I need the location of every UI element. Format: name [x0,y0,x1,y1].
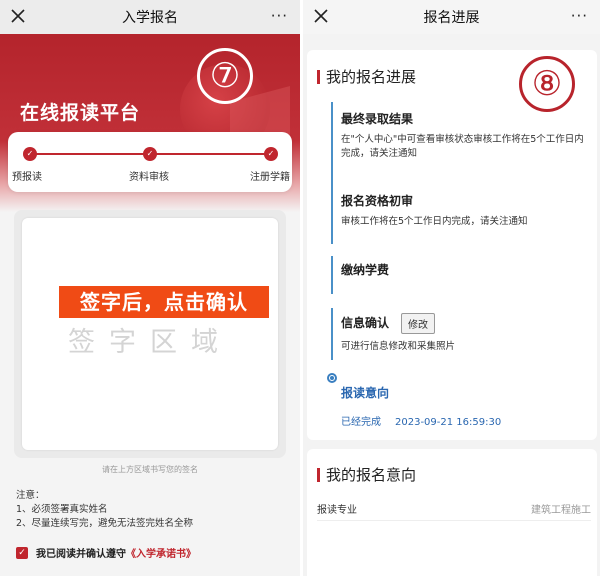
close-icon[interactable] [10,8,26,24]
timeline-item-pay-tuition: 缴纳学费 [341,261,591,278]
timeline-item-title: 报读意向 [341,386,390,400]
left-nav-bar: 入学报名 ··· [0,0,300,34]
timeline-current-dot [327,373,337,383]
right-nav-bar: 报名进展 ··· [303,0,600,34]
modify-button[interactable]: 修改 [401,313,436,334]
step-label-document-review: 资料审核 [129,172,169,183]
signature-container: 签字后，点击确认 签字区域 [14,210,286,458]
signature-area-placeholder: 签字区域 [68,327,232,358]
timeline-item-title: 缴纳学费 [341,263,390,277]
timeline-item-info-confirm: 信息确认 修改 可进行信息修改和采集照片 [341,313,591,354]
signature-pad[interactable]: 签字后，点击确认 签字区域 [22,218,278,450]
timeline-item-study-intent: 报读意向 已经完成 2023-09-21 16:59:30 [341,384,591,428]
timeline-item-title: 信息确认 [341,316,390,330]
timeline-item-title: 报名资格初审 [341,194,414,208]
completion-row: 已经完成 2023-09-21 16:59:30 [341,413,591,428]
check-icon: ✓ [143,147,157,161]
right-screen: 报名进展 ··· 我的报名进展 ⑧ 最终录取结果 在"个人中心"中可查看审核状态… [303,0,600,576]
step-marker-7: ⑦ [197,48,253,104]
step-progress-card: ✓ ✓ ✓ 预报读 资料审核 注册学籍 [8,132,292,192]
step-marker-8: ⑧ [519,56,575,112]
notes-title: 注意： [16,490,45,501]
completion-status: 已经完成 [341,417,381,428]
sign-then-confirm-banner: 签字后，点击确认 [59,286,269,318]
step-label-registration: 注册学籍 [250,172,290,183]
page-title: 报名进展 [423,10,480,26]
major-value: 建筑工程施工 [531,505,591,516]
intent-card: 我的报名意向 报读专业 建筑工程施工 [307,449,597,576]
progress-card: 我的报名进展 ⑧ 最终录取结果 在"个人中心"中可查看审核状态审核工作将在5个工… [307,50,597,440]
platform-title: 在线报读平台 [20,102,141,124]
note-item: 1、必须签署真实姓名 [16,504,108,515]
intent-title: 我的报名意向 [326,466,417,484]
timeline-line [331,256,333,294]
more-icon[interactable]: ··· [271,8,288,24]
note-item: 2、尽量连续写完，避免无法签完姓名全称 [16,518,194,529]
timeline-item-final-admission: 最终录取结果 在"个人中心"中可查看审核状态审核工作将在5个工作日内完成，请关注… [341,110,591,161]
major-label: 报读专业 [317,505,357,516]
agreement-checkbox[interactable]: ✓ [16,546,28,559]
close-icon[interactable] [313,8,329,24]
page-title: 入学报名 [122,10,178,26]
timeline-line [331,102,333,244]
timeline-item-desc: 可进行信息修改和采集照片 [341,341,456,352]
signature-hint: 请在上方区域书写您的签名 [102,465,198,474]
check-icon: ✓ [23,147,37,161]
progress-title: 我的报名进展 [326,68,417,86]
row-divider [317,520,591,521]
timeline-line [331,308,333,360]
agreement-row[interactable]: ✓ 我已阅读并确认遵守 《入学承诺书》 [16,545,196,560]
timeline-item-desc: 审核工作将在5个工作日内完成，请关注通知 [341,216,528,227]
progress-section-header: 我的报名进展 [317,66,416,87]
timeline-item-desc: 在"个人中心"中可查看审核状态审核工作将在5个工作日内完成，请关注通知 [341,134,584,159]
check-icon: ✓ [264,147,278,161]
timeline-item-title: 最终录取结果 [341,112,414,126]
timeline-item-initial-review: 报名资格初审 审核工作将在5个工作日内完成，请关注通知 [341,192,591,229]
step-label-pre-enroll: 预报读 [12,172,42,183]
left-screen: 入学报名 ··· 在线报读平台 ⑦ ✓ ✓ ✓ 预报读 资料审核 注册学籍 签字… [0,0,300,576]
notes: 注意： 1、必须签署真实姓名 2、尽量连续写完，避免无法签完姓名全称 [16,489,193,531]
section-accent-bar [317,69,320,84]
more-icon[interactable]: ··· [571,8,588,24]
agreement-text: 我已阅读并确认遵守 [36,549,126,560]
completion-time: 2023-09-21 16:59:30 [395,417,502,428]
intent-section-header: 我的报名意向 [317,464,416,485]
section-accent-bar [317,467,320,482]
commitment-letter-link[interactable]: 《入学承诺书》 [126,545,196,560]
timeline-item-title-row: 信息确认 修改 [341,313,591,334]
